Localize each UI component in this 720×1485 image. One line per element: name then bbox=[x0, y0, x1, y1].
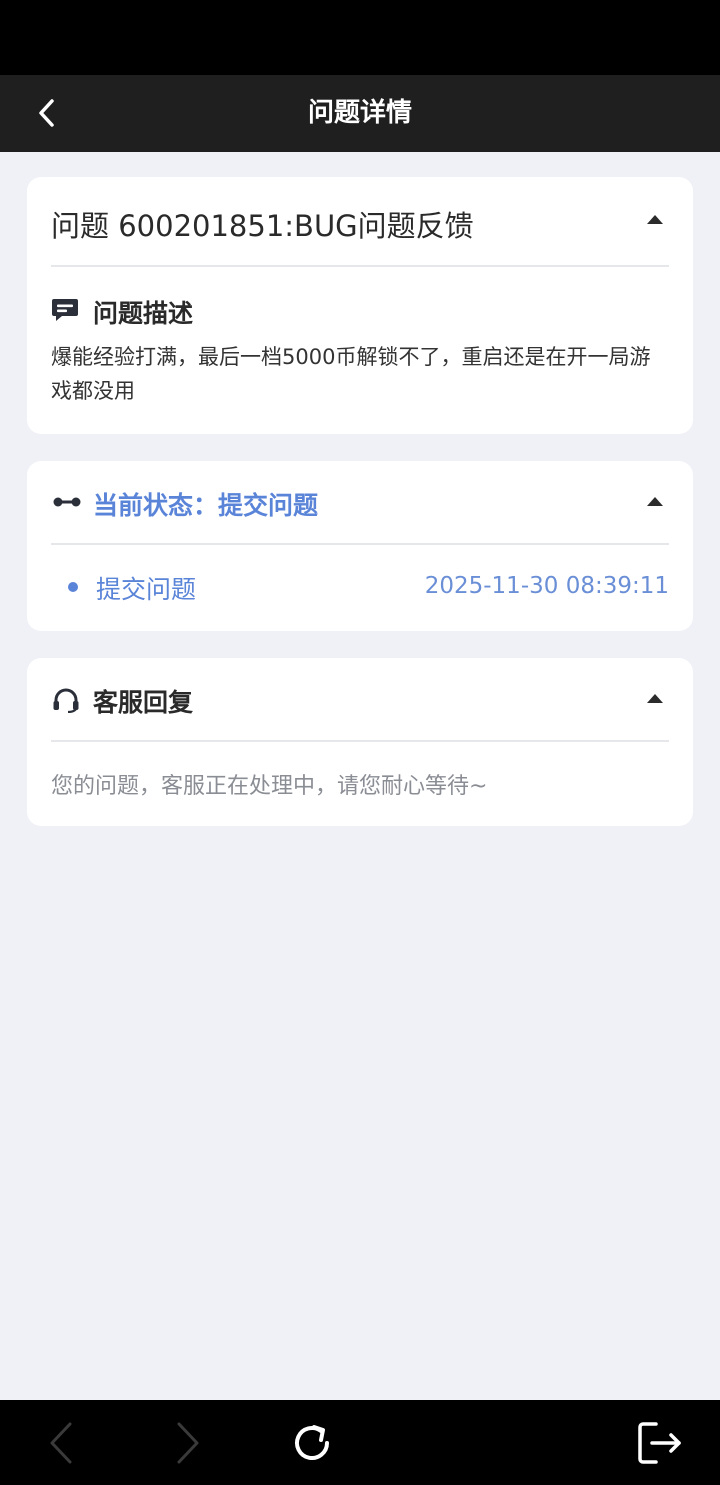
reply-card-header[interactable]: 客服回复 bbox=[51, 658, 669, 741]
nav-back-button[interactable] bbox=[36, 1418, 86, 1468]
exit-button[interactable] bbox=[634, 1418, 684, 1468]
reply-card: 客服回复 您的问题，客服正在处理中，请您耐心等待~ bbox=[27, 658, 693, 826]
refresh-button[interactable] bbox=[287, 1418, 337, 1468]
divider bbox=[51, 543, 669, 545]
issue-description: 爆能经验打满，最后一档5000币解锁不了，重启还是在开一局游戏都没用 bbox=[51, 345, 651, 403]
reply-text: 您的问题，客服正在处理中，请您耐心等待~ bbox=[51, 774, 488, 799]
page-title: 问题详情 bbox=[307, 98, 412, 128]
issue-card-header[interactable]: 问题 600201851:BUG问题反馈 bbox=[51, 177, 669, 265]
chevron-right-icon bbox=[177, 1422, 199, 1464]
issue-title: 问题 600201851:BUG问题反馈 bbox=[51, 209, 474, 243]
chevron-left-icon bbox=[50, 1422, 72, 1464]
timeline-dots-icon bbox=[53, 497, 81, 507]
status-card: 当前状态：提交问题 提交问题 2025-11-30 08:39:11 bbox=[27, 461, 693, 631]
divider bbox=[51, 265, 669, 267]
caret-up-icon[interactable] bbox=[647, 694, 663, 703]
app-header: 问题详情 bbox=[0, 75, 720, 152]
reply-label: 客服回复 bbox=[93, 688, 194, 717]
current-status-label: 当前状态：提交问题 bbox=[93, 491, 319, 520]
timeline-item-time: 2025-11-30 08:39:11 bbox=[424, 573, 669, 599]
message-icon bbox=[52, 299, 78, 321]
description-label: 问题描述 bbox=[93, 299, 194, 328]
exit-icon bbox=[638, 1422, 681, 1464]
nav-forward-button[interactable] bbox=[163, 1418, 213, 1468]
refresh-icon bbox=[295, 1425, 329, 1460]
status-card-header[interactable]: 当前状态：提交问题 bbox=[51, 461, 669, 544]
headset-icon bbox=[53, 688, 79, 713]
caret-up-icon[interactable] bbox=[647, 497, 663, 506]
bottom-navigation-bar bbox=[0, 1400, 720, 1485]
issue-card: 问题 600201851:BUG问题反馈 问题描述 爆能经验打满，最后一档500… bbox=[27, 177, 693, 434]
timeline-item-name: 提交问题 bbox=[96, 575, 197, 604]
timeline-dot bbox=[68, 582, 78, 592]
system-status-bar bbox=[0, 0, 720, 75]
caret-up-icon[interactable] bbox=[647, 215, 663, 224]
divider bbox=[51, 740, 669, 742]
